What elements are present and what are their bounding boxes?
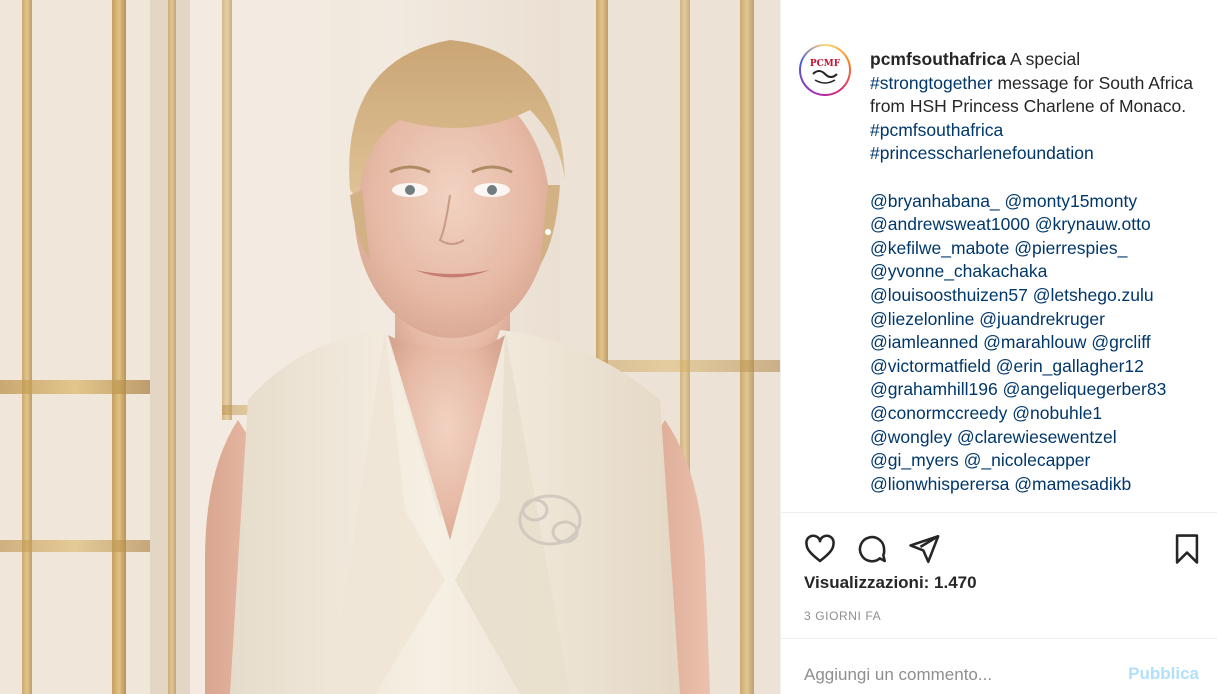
bookmark-icon[interactable] bbox=[1170, 532, 1204, 566]
post-caption: pcmfsouthafrica A special #strongtogethe… bbox=[870, 48, 1200, 496]
mention-line: @kefilwe_mabote @pierrespies_ bbox=[870, 237, 1200, 261]
mention-link[interactable]: @juandrekruger bbox=[979, 309, 1105, 329]
mention-link[interactable]: @_nicolecapper bbox=[964, 450, 1091, 470]
mention-link[interactable]: @krynauw.otto bbox=[1035, 214, 1151, 234]
mention-link[interactable]: @gi_myers bbox=[870, 450, 959, 470]
mention-line: @gi_myers @_nicolecapper bbox=[870, 449, 1200, 473]
mention-link[interactable]: @liezelonline bbox=[870, 309, 974, 329]
svg-text:PCMF: PCMF bbox=[810, 59, 841, 69]
mention-link[interactable]: @clarewiesewentzel bbox=[957, 427, 1117, 447]
caption-scroll-area[interactable]: PCMF pcmfsouthafrica A special #strongto… bbox=[781, 0, 1217, 512]
post-video[interactable] bbox=[0, 0, 780, 694]
mention-line: @louisoosthuizen57 @letshego.zulu bbox=[870, 284, 1200, 308]
post-details-panel: PCMF pcmfsouthafrica A special #strongto… bbox=[780, 0, 1217, 694]
pcmf-logo-icon: PCMF bbox=[801, 46, 849, 94]
mention-link[interactable]: @monty15monty bbox=[1005, 191, 1138, 211]
mention-line: @grahamhill196 @angeliquegerber83 bbox=[870, 378, 1200, 402]
heart-icon[interactable] bbox=[803, 532, 837, 566]
mention-link[interactable]: @letshego.zulu bbox=[1033, 285, 1154, 305]
mention-line: @lionwhisperersa @mamesadikb bbox=[870, 473, 1200, 497]
caption-text: A special bbox=[1010, 49, 1081, 69]
mention-link[interactable]: @wongley bbox=[870, 427, 952, 447]
avatar[interactable]: PCMF bbox=[799, 44, 851, 96]
mention-link[interactable]: @mamesadikb bbox=[1014, 474, 1131, 494]
mention-line: @wongley @clarewiesewentzel bbox=[870, 426, 1200, 450]
mention-link[interactable]: @grcliff bbox=[1091, 332, 1150, 352]
publish-button[interactable]: Pubblica bbox=[1128, 664, 1199, 684]
mention-link[interactable]: @grahamhill196 bbox=[870, 379, 998, 399]
mention-link[interactable]: @angeliquegerber83 bbox=[1003, 379, 1167, 399]
mention-link[interactable]: @bryanhabana_ bbox=[870, 191, 1000, 211]
mention-line: @iamleanned @marahlouw @grcliff bbox=[870, 331, 1200, 355]
mention-line: @conormccreedy @nobuhle1 bbox=[870, 402, 1200, 426]
mention-line: @yvonne_chakachaka bbox=[870, 260, 1200, 284]
post-date[interactable]: 3 GIORNI FA bbox=[804, 609, 881, 623]
paper-plane-icon[interactable] bbox=[907, 532, 941, 566]
mention-link[interactable]: @kefilwe_mabote bbox=[870, 238, 1009, 258]
comment-input[interactable] bbox=[804, 660, 1104, 690]
mention-link[interactable]: @iamleanned bbox=[870, 332, 978, 352]
mention-link[interactable]: @louisoosthuizen57 bbox=[870, 285, 1028, 305]
mention-link[interactable]: @victormatfield bbox=[870, 356, 991, 376]
mention-line: @victormatfield @erin_gallagher12 bbox=[870, 355, 1200, 379]
divider bbox=[781, 638, 1217, 639]
mention-link[interactable]: @nobuhle1 bbox=[1012, 403, 1102, 423]
mention-link[interactable]: @pierrespies_ bbox=[1014, 238, 1127, 258]
hashtag-link[interactable]: #pcmfsouthafrica bbox=[870, 120, 1003, 140]
video-frame-illustration bbox=[0, 0, 780, 694]
comment-bubble-icon[interactable] bbox=[855, 532, 889, 566]
username-link[interactable]: pcmfsouthafrica bbox=[870, 49, 1006, 69]
mention-link[interactable]: @lionwhisperersa bbox=[870, 474, 1009, 494]
hashtag-link[interactable]: #strongtogether bbox=[870, 73, 993, 93]
mention-link[interactable]: @yvonne_chakachaka bbox=[870, 261, 1047, 281]
mention-link[interactable]: @conormccreedy bbox=[870, 403, 1007, 423]
mention-line: @liezelonline @juandrekruger bbox=[870, 308, 1200, 332]
mention-link[interactable]: @erin_gallagher12 bbox=[996, 356, 1144, 376]
hashtag-link[interactable]: #princesscharlenefoundation bbox=[870, 143, 1094, 163]
mention-link[interactable]: @marahlouw bbox=[983, 332, 1086, 352]
mention-line: @bryanhabana_ @monty15monty bbox=[870, 190, 1200, 214]
view-count[interactable]: Visualizzazioni: 1.470 bbox=[804, 573, 977, 593]
mention-line: @andrewsweat1000 @krynauw.otto bbox=[870, 213, 1200, 237]
mention-link[interactable]: @andrewsweat1000 bbox=[870, 214, 1030, 234]
